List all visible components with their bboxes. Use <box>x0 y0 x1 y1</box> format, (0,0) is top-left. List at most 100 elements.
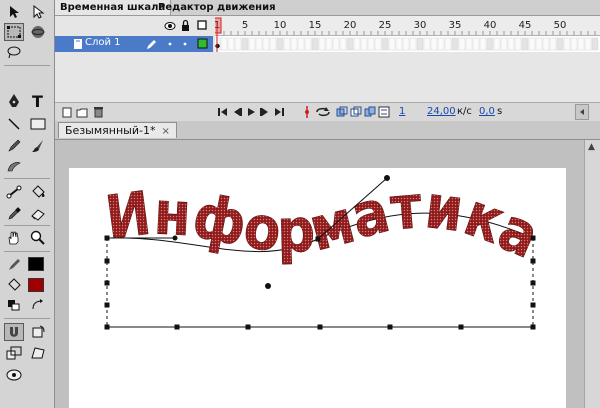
onion-outlines-icon[interactable] <box>350 104 362 120</box>
envelope-handle[interactable] <box>104 235 110 241</box>
lasso-tool-icon[interactable] <box>4 43 24 61</box>
stroke-color-swatch[interactable] <box>28 257 44 271</box>
time-value[interactable]: 0,0 <box>479 106 495 117</box>
frame-number: 1 <box>215 20 220 31</box>
envelope-handle[interactable] <box>245 324 251 330</box>
envelope-handle[interactable] <box>104 302 110 308</box>
left-handle-point[interactable] <box>172 235 178 241</box>
envelope-handle[interactable] <box>104 324 110 330</box>
bone-tool-icon[interactable] <box>4 183 24 201</box>
edit-multiple-frames-icon[interactable] <box>364 104 376 120</box>
stage-area[interactable]: Информатика ▲ <box>55 140 600 408</box>
envelope-icon[interactable] <box>4 366 24 384</box>
step-forward-icon[interactable] <box>259 104 271 120</box>
last-frame-icon[interactable] <box>273 104 285 120</box>
new-layer-icon[interactable] <box>61 104 73 120</box>
envelope-handle[interactable] <box>317 324 323 330</box>
frame-number: 10 <box>274 20 287 31</box>
new-folder-icon[interactable] <box>76 104 88 120</box>
free-transform-tool-icon[interactable] <box>4 23 24 41</box>
tab-motion-editor[interactable]: Редактор движения <box>153 0 281 15</box>
stage-artwork[interactable]: Информатика <box>55 140 584 408</box>
eraser-tool-icon[interactable] <box>28 205 48 223</box>
frame-number: 25 <box>379 20 392 31</box>
tools-panel: T <box>0 0 55 408</box>
lock-dot-icon[interactable] <box>183 42 187 46</box>
envelope-handle[interactable] <box>530 280 536 286</box>
deco-tool-icon[interactable] <box>4 157 24 175</box>
eye-icon[interactable] <box>164 22 176 30</box>
fill-color-bucket-icon <box>4 276 24 294</box>
step-back-icon[interactable] <box>231 104 243 120</box>
frame-number: 5 <box>242 20 248 31</box>
keyframe[interactable] <box>215 43 220 49</box>
outline-square-icon[interactable] <box>197 20 207 30</box>
frame-number: 30 <box>414 20 427 31</box>
play-icon[interactable] <box>245 104 257 120</box>
fps-unit: к/с <box>457 106 472 117</box>
frame-number: 45 <box>519 20 532 31</box>
center-frame-icon[interactable] <box>301 104 313 120</box>
envelope-handle[interactable] <box>530 302 536 308</box>
timeline-scroll-left-icon[interactable] <box>575 104 589 120</box>
envelope-handle[interactable] <box>530 258 536 264</box>
rotate-skew-icon[interactable] <box>28 323 48 341</box>
timeline-empty-area <box>55 52 600 102</box>
swap-colors-icon[interactable] <box>28 296 48 314</box>
frame-ruler[interactable]: 1 5 10 15 20 25 30 35 40 45 50 <box>213 16 600 36</box>
fps-value[interactable]: 24,00 <box>427 106 456 117</box>
rectangle-tool-icon[interactable] <box>28 115 48 133</box>
envelope-handle[interactable] <box>315 236 321 242</box>
eyedropper-tool-icon[interactable] <box>4 205 24 223</box>
frame-number: 40 <box>484 20 497 31</box>
selection-tool-icon[interactable] <box>4 3 24 21</box>
text-tool-icon[interactable]: T <box>28 92 48 110</box>
frame-track[interactable] <box>213 36 600 52</box>
pencil-tool-icon[interactable] <box>4 137 24 155</box>
warped-text[interactable]: Информатика <box>101 172 549 273</box>
scroll-up-icon[interactable]: ▲ <box>588 142 595 152</box>
black-and-white-icon[interactable] <box>4 296 24 314</box>
envelope-handle[interactable] <box>387 324 393 330</box>
paint-bucket-tool-icon[interactable] <box>28 183 48 201</box>
envelope-handle[interactable] <box>458 324 464 330</box>
modify-markers-icon[interactable] <box>378 104 390 120</box>
brush-tool-icon[interactable] <box>28 137 48 155</box>
envelope-handle[interactable] <box>104 280 110 286</box>
fill-color-swatch[interactable] <box>28 278 44 292</box>
pen-tool-icon[interactable] <box>4 92 24 110</box>
hand-tool-icon[interactable] <box>4 229 24 247</box>
current-frame-value[interactable]: 1 <box>399 106 405 117</box>
distort-icon[interactable] <box>28 344 48 362</box>
layer-header <box>55 16 213 35</box>
frame-number: 20 <box>344 20 357 31</box>
pencil-icon <box>147 40 156 49</box>
zoom-tool-icon[interactable] <box>28 229 48 247</box>
vertical-scrollbar[interactable]: ▲ <box>584 140 600 408</box>
transform-center-point[interactable] <box>265 283 271 289</box>
subselection-tool-icon[interactable] <box>28 3 48 21</box>
envelope-handle[interactable] <box>174 324 180 330</box>
delete-layer-icon[interactable] <box>92 104 104 120</box>
lock-icon[interactable] <box>182 19 189 32</box>
document-tab-title: Безымянный-1* <box>65 124 156 137</box>
outline-color-icon[interactable] <box>197 38 208 49</box>
envelope-handle[interactable] <box>530 324 536 330</box>
loop-icon[interactable] <box>315 104 331 120</box>
frame-number: 35 <box>449 20 462 31</box>
bezier-handle-point[interactable] <box>384 175 390 181</box>
close-icon[interactable]: × <box>161 126 169 137</box>
line-tool-icon[interactable] <box>4 115 24 133</box>
first-frame-icon[interactable] <box>217 104 229 120</box>
layer-name: Слой 1 <box>85 37 121 48</box>
document-tab[interactable]: Безымянный-1* × <box>58 122 177 138</box>
visible-dot-icon[interactable] <box>168 42 172 46</box>
scale-icon[interactable] <box>4 344 24 362</box>
snap-to-objects-icon[interactable] <box>4 323 24 341</box>
3d-rotation-tool-icon[interactable] <box>28 23 48 41</box>
envelope-handle[interactable] <box>530 235 536 241</box>
onion-skin-icon[interactable] <box>336 104 348 120</box>
envelope-handle[interactable] <box>104 258 110 264</box>
layer-row[interactable]: Слой 1 <box>55 36 213 52</box>
timeline-panel: Временная шкала Редактор движения Слой 1… <box>55 0 600 122</box>
